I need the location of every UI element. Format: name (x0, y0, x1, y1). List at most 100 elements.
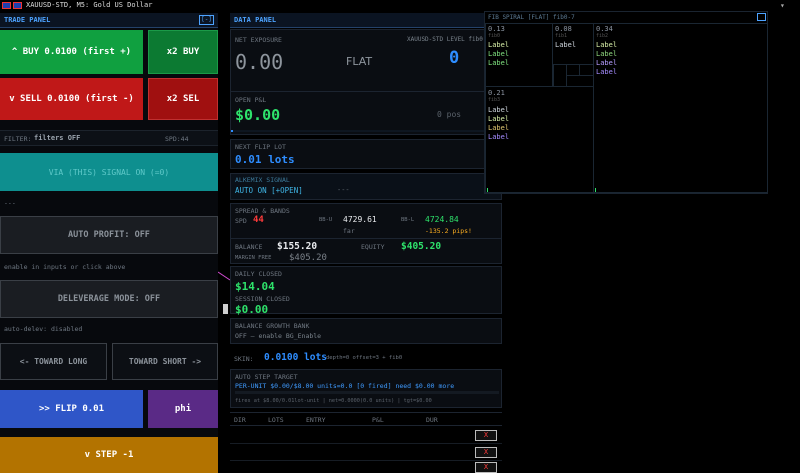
fib-ratio: 0.08 (555, 25, 572, 33)
growth-bank-card: BALANCE GROWTH BANK OFF — enable BG_Enab… (230, 318, 502, 344)
trade-panel: TRADE PANEL [-] ^ BUY 0.0100 (first +) x… (0, 13, 218, 473)
fib-subcell (579, 64, 594, 76)
deleverage-button[interactable]: DELEVERAGE MODE: OFF (0, 280, 218, 318)
auto-step-card: AUTO STEP TARGET PER-UNIT $0.00/$8.00 un… (230, 369, 502, 408)
fib-cell-1: 0.08 fib1 Label (552, 23, 594, 87)
sell-button[interactable]: v SELL 0.0100 (first -) (0, 78, 143, 120)
fib-label: Label (555, 41, 577, 49)
growth-bank-value: OFF — enable BG_Enable (235, 332, 322, 340)
data-panel-title: DATA PANEL (234, 16, 277, 24)
daily-closed-value: $14.04 (235, 280, 275, 293)
data-panel-header: DATA PANEL (230, 13, 502, 28)
pl-progress-fill (231, 130, 233, 132)
next-flip-card: NEXT FLIP LOT 0.01 lots (230, 139, 502, 169)
skin-extra: depth=0 offset=3 + fib0 (326, 355, 403, 361)
col-dur: DUR (426, 416, 438, 424)
fib-spiral-panel: FIB SPIRAL [FLAT] fib0-7 0.13 fib0 Label… (484, 11, 768, 194)
col-pl: P&L (372, 416, 384, 424)
pips-distance: -135.2 pips! (425, 227, 472, 235)
fib-sub: fib3 (488, 97, 501, 103)
auto-step-label: AUTO STEP TARGET (235, 373, 298, 381)
fib-label: Label (488, 133, 510, 141)
open-pl-value: $0.00 (235, 106, 281, 124)
fib-label: Label (596, 59, 618, 67)
table-row: X (230, 445, 502, 461)
flip-button[interactable]: >> FLIP 0.01 (0, 390, 143, 428)
close-position-button[interactable]: X (475, 462, 497, 473)
data-panel: DATA PANEL NET EXPOSURE 0.00 FLAT XAUUSD… (230, 13, 503, 473)
col-lots: LOTS (268, 416, 284, 424)
chart-options-icon[interactable]: ▾ (780, 0, 785, 11)
filter-label: FILTER: (4, 135, 32, 143)
fib-label: Label (488, 41, 510, 49)
fib-cell-2: 0.34 fib2 Label Label Label Label (593, 23, 768, 193)
spd-label: SPD (235, 217, 247, 225)
fib-spiral-title: FIB SPIRAL [FLAT] fib0-7 (488, 14, 575, 21)
fib-label: Label (596, 68, 618, 76)
daily-closed-label: DAILY CLOSED (235, 270, 282, 278)
bb-upper-label: BB-U (319, 217, 333, 223)
close-position-button[interactable]: X (475, 430, 497, 441)
col-dir: DIR (234, 416, 246, 424)
skin-label: SKIN: (234, 355, 254, 363)
session-closed-value: $0.00 (235, 303, 269, 316)
net-exposure-value: 0.00 (235, 50, 284, 74)
spread-bands-card: SPREAD & BANDS SPD 44 BB-U 4729.61 far B… (230, 203, 502, 239)
alkemix-value: AUTO ON [+OPEN] (235, 186, 303, 195)
fib-panel-toggle[interactable] (757, 13, 766, 21)
panel-scrollbar-handle[interactable] (223, 304, 228, 314)
toward-short-button[interactable]: TOWARD SHORT -> (112, 343, 218, 380)
open-position-count: 0 pos (437, 110, 462, 119)
fib-sub: fib0 (488, 33, 501, 39)
auto-profit-button[interactable]: AUTO PROFIT: OFF (0, 216, 218, 254)
x2-sell-button[interactable]: x2 SEL (148, 78, 218, 120)
balance-card: BALANCE $155.20 EQUITY $405.20 MARGIN FR… (230, 238, 502, 264)
closed-pl-card: DAILY CLOSED $14.04 SESSION CLOSED $0.00 (230, 266, 502, 316)
col-entry: ENTRY (306, 416, 326, 424)
signal-button[interactable]: VIA (THIS) SIGNAL ON (=0) (0, 153, 218, 191)
flag-icon (13, 2, 22, 9)
skin-row: SKIN: 0.0100 lots depth=0 offset=3 + fib… (230, 350, 502, 368)
spd-value: 44 (253, 215, 264, 225)
trade-panel-header: TRADE PANEL (0, 13, 218, 28)
level-value: 0 (449, 48, 460, 68)
fib-subcell (553, 64, 567, 87)
fib-ratio: 0.34 (596, 25, 613, 33)
net-exposure-label: NET EXPOSURE (235, 36, 282, 44)
filter-row[interactable]: FILTER: filters OFF SPD:44 (0, 130, 218, 146)
collapse-button[interactable]: [-] (199, 15, 214, 25)
table-row: X (230, 462, 502, 473)
margin-free-label: MARGIN FREE (235, 255, 272, 261)
x2-buy-button[interactable]: x2 BUY (148, 30, 218, 74)
filter-value: filters OFF (34, 134, 81, 142)
open-pl-card: OPEN P&L $0.00 0 pos (230, 91, 503, 135)
far-label: far (343, 227, 355, 235)
symbol-level-note: XAUUSD-STD LEVEL fib0 (407, 36, 483, 43)
bb-lower-value: 4724.84 (425, 215, 459, 224)
fib-cell-0: 0.13 fib0 Label Label Label (485, 23, 553, 87)
close-position-button[interactable]: X (475, 447, 497, 458)
margin-free-value: $405.20 (289, 253, 327, 263)
bb-upper-value: 4729.61 (343, 215, 377, 224)
table-row: X (230, 428, 502, 444)
fib-cell-3: 0.21 fib3 Label Label Label Label (485, 86, 594, 193)
fib-sub: fib2 (596, 33, 609, 39)
fib-label: Label (488, 124, 510, 132)
phi-button[interactable]: phi (148, 390, 218, 428)
alkemix-signal-card: ALKEMIX SIGNAL AUTO ON [+OPEN] --- (230, 173, 502, 200)
step-button[interactable]: v STEP -1 (0, 437, 218, 473)
toward-long-button[interactable]: <- TOWARD LONG (0, 343, 107, 380)
pl-progress-track (231, 130, 503, 132)
skin-value: 0.0100 lots (264, 352, 327, 363)
equity-value: $405.20 (401, 241, 442, 252)
fib-label: Label (488, 115, 510, 123)
spd-indicator: SPD:44 (165, 135, 189, 143)
window-title: XAUUSD-STD, M5: Gold US Dollar (26, 1, 153, 9)
flag-icon (2, 2, 11, 9)
fib-subcell (566, 64, 580, 76)
fib-ratio: 0.13 (488, 25, 505, 33)
flat-label: FLAT (346, 55, 373, 68)
growth-bank-label: BALANCE GROWTH BANK (235, 322, 310, 330)
buy-button[interactable]: ^ BUY 0.0100 (first +) (0, 30, 143, 74)
signal-status-text: --- (4, 199, 16, 207)
